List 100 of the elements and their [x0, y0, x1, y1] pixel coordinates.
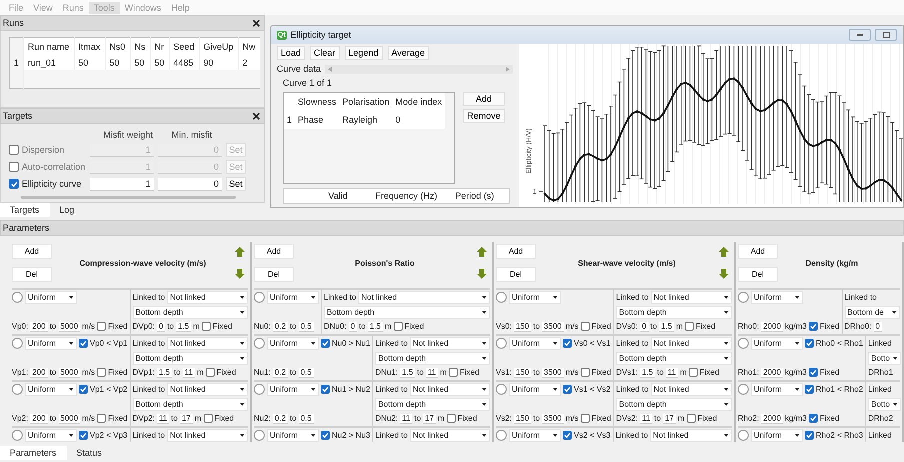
- checkbox[interactable]: [206, 368, 215, 377]
- checkbox[interactable]: [563, 385, 572, 394]
- radio-button[interactable]: [496, 430, 507, 441]
- checkbox[interactable]: [9, 179, 19, 189]
- depth-max-field[interactable]: 1.5: [176, 322, 192, 332]
- radio-button[interactable]: [738, 384, 749, 395]
- add-button[interactable]: Add: [12, 244, 52, 260]
- value-min-field[interactable]: 200: [30, 414, 48, 424]
- checkbox[interactable]: [321, 431, 330, 440]
- law-dropdown[interactable]: Uniform: [267, 337, 319, 350]
- radio-button[interactable]: [254, 430, 265, 441]
- column-header[interactable]: Slowness: [295, 93, 340, 111]
- checkbox[interactable]: [97, 322, 106, 331]
- radio-button[interactable]: [12, 384, 23, 395]
- radio-button[interactable]: [12, 338, 23, 349]
- minimize-button[interactable]: [849, 29, 871, 41]
- law-dropdown[interactable]: Uniform: [25, 383, 77, 396]
- column-header[interactable]: Itmax: [74, 38, 106, 56]
- checkbox[interactable]: [321, 385, 330, 394]
- column-header[interactable]: GiveUp: [199, 38, 238, 56]
- down-arrow-icon[interactable]: [476, 268, 488, 280]
- depth-max-field[interactable]: 11: [666, 368, 678, 378]
- depth-mode-dropdown[interactable]: Bottom depth: [132, 398, 248, 410]
- depth-min-field[interactable]: 11: [156, 414, 170, 424]
- radio-button[interactable]: [496, 292, 507, 303]
- law-dropdown[interactable]: Uniform: [25, 337, 77, 350]
- depth-mode-dropdown[interactable]: Bottom depth: [616, 352, 732, 364]
- maximize-button[interactable]: [875, 29, 897, 41]
- checkbox[interactable]: [580, 414, 590, 423]
- value-max-field[interactable]: 0.5: [298, 414, 314, 424]
- column-header[interactable]: Period (s): [440, 191, 509, 201]
- checkbox[interactable]: [686, 414, 696, 423]
- up-arrow-icon[interactable]: [234, 246, 246, 258]
- column-header[interactable]: Nr: [150, 38, 170, 56]
- checkbox[interactable]: [580, 368, 590, 377]
- depth-min-field[interactable]: 1.5: [640, 368, 656, 378]
- depth-mode-dropdown[interactable]: Bottom depth: [616, 306, 732, 318]
- tab[interactable]: Log: [50, 203, 85, 217]
- column-header[interactable]: Polarisation: [340, 93, 393, 111]
- depth-mode-dropdown[interactable]: Bottom depth: [375, 398, 490, 410]
- down-arrow-icon[interactable]: [718, 268, 730, 280]
- checkbox[interactable]: [563, 339, 572, 348]
- close-icon[interactable]: [253, 112, 260, 120]
- checkbox[interactable]: [808, 414, 818, 423]
- linked-dropdown[interactable]: Not linked: [410, 429, 490, 442]
- checkbox[interactable]: [805, 339, 814, 348]
- depth-min-field[interactable]: 0: [640, 322, 649, 332]
- column-header[interactable]: Ns0: [105, 38, 130, 56]
- value-min-field[interactable]: 150: [514, 414, 532, 424]
- toolbar-button[interactable]: Legend: [344, 46, 383, 60]
- up-arrow-icon[interactable]: [476, 246, 488, 258]
- depth-min-field[interactable]: 11: [400, 414, 412, 424]
- depth-min-field[interactable]: 0: [156, 322, 166, 332]
- law-dropdown[interactable]: Uniform: [25, 291, 77, 304]
- add-button[interactable]: Add: [496, 244, 536, 260]
- linked-dropdown[interactable]: Not linked: [650, 291, 732, 304]
- checkbox[interactable]: [808, 322, 818, 331]
- law-dropdown[interactable]: Uniform: [267, 383, 319, 396]
- checkbox[interactable]: [448, 368, 458, 377]
- checkbox[interactable]: [394, 322, 403, 331]
- depth-max-field[interactable]: 17: [423, 414, 436, 424]
- law-dropdown[interactable]: Uniform: [751, 337, 803, 350]
- checkbox[interactable]: [97, 414, 106, 423]
- checkbox[interactable]: [97, 368, 106, 377]
- up-arrow-icon[interactable]: [718, 246, 730, 258]
- value-max-field[interactable]: 0.5: [298, 322, 314, 332]
- column-header[interactable]: Frequency (Hz): [372, 191, 441, 201]
- depth-mode-dropdown[interactable]: Bottom depth: [132, 306, 248, 318]
- add-button[interactable]: Add: [738, 244, 778, 260]
- checkbox[interactable]: [202, 322, 211, 331]
- value-min-field[interactable]: 2000: [761, 322, 784, 332]
- curve-button[interactable]: Add: [463, 92, 505, 106]
- checkbox[interactable]: [685, 322, 694, 331]
- depth-min-field[interactable]: 11: [640, 414, 652, 424]
- value-max-field[interactable]: 5000: [58, 414, 80, 424]
- depth-mode-dropdown[interactable]: Bottom depth: [132, 352, 248, 364]
- depth-mode-dropdown[interactable]: Botto: [868, 398, 902, 410]
- toolbar-button[interactable]: Average: [388, 46, 429, 60]
- column-header[interactable]: Run name: [24, 38, 74, 56]
- weight-field[interactable]: 1: [90, 178, 154, 190]
- down-arrow-icon[interactable]: [234, 268, 246, 280]
- checkbox[interactable]: [79, 431, 88, 440]
- law-dropdown[interactable]: Uniform: [751, 383, 803, 396]
- linked-dropdown[interactable]: Not linked: [650, 429, 732, 442]
- linked-dropdown[interactable]: Not linked: [650, 383, 732, 396]
- radio-button[interactable]: [254, 338, 265, 349]
- checkbox[interactable]: [805, 431, 814, 440]
- delete-button[interactable]: Del: [12, 266, 52, 282]
- delete-button[interactable]: Del: [738, 266, 778, 282]
- depth-mode-dropdown[interactable]: Bottom depth: [375, 352, 490, 364]
- depth-mode-dropdown[interactable]: Bottom depth: [616, 398, 732, 410]
- radio-button[interactable]: [254, 292, 265, 303]
- delete-button[interactable]: Del: [496, 266, 536, 282]
- linked-dropdown[interactable]: Not linked: [410, 383, 490, 396]
- value-min-field[interactable]: 150: [514, 368, 532, 378]
- depth-max-field[interactable]: 11: [182, 368, 196, 378]
- tab[interactable]: Status: [66, 446, 112, 460]
- scrollbar[interactable]: [21, 196, 236, 199]
- checkbox[interactable]: [808, 368, 818, 377]
- value-min-field[interactable]: 150: [514, 322, 532, 332]
